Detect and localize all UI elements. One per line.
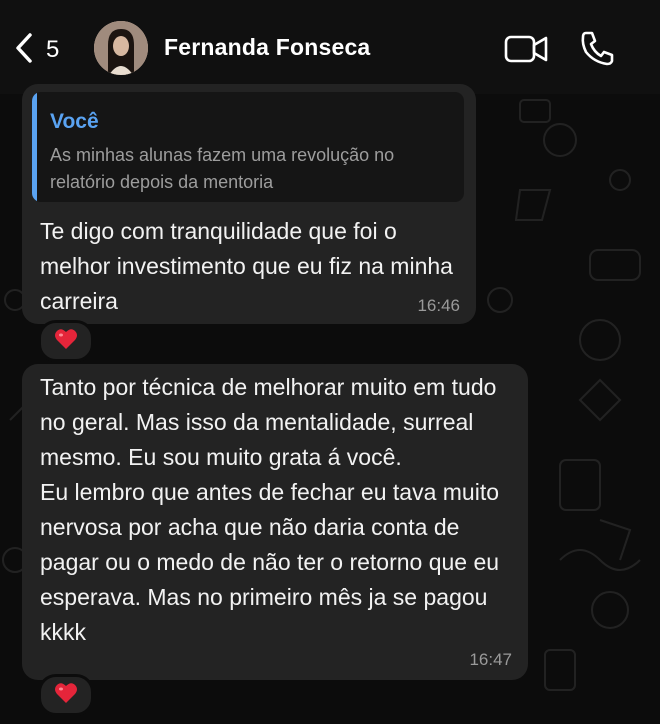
chat-screen: 5 Fernanda Fonseca Você As minhas alunas… (0, 0, 660, 724)
message-text: Te digo com tranquilidade que foi o melh… (40, 218, 453, 314)
voice-call-button[interactable] (580, 30, 614, 66)
unread-count: 5 (46, 36, 60, 63)
quoted-reply[interactable]: Você As minhas alunas fazem uma revoluçã… (32, 92, 464, 202)
message-bubble[interactable]: Tanto por técnica de melhorar muito em t… (22, 364, 528, 680)
chevron-left-icon (14, 32, 34, 69)
video-camera-icon (504, 35, 548, 68)
contact-name[interactable]: Fernanda Fonseca (164, 34, 370, 61)
reaction-badge[interactable] (38, 674, 94, 716)
message-time: 16:46 (417, 296, 460, 315)
red-heart-icon (54, 328, 78, 355)
message-time: 16:47 (469, 650, 512, 669)
reaction-badge[interactable] (38, 320, 94, 362)
quote-author: Você (50, 110, 99, 133)
avatar[interactable] (94, 21, 148, 75)
quote-text: As minhas alunas fazem uma revolução no … (50, 145, 395, 192)
back-button[interactable]: 5 (14, 30, 74, 70)
message-text: Tanto por técnica de melhorar muito em t… (40, 374, 500, 645)
red-heart-icon (54, 682, 78, 709)
quote-accent-bar (32, 92, 37, 202)
chat-header: 5 Fernanda Fonseca (0, 0, 660, 94)
phone-icon (580, 31, 614, 70)
message-bubble[interactable]: Você As minhas alunas fazem uma revoluçã… (22, 84, 476, 324)
video-call-button[interactable] (504, 34, 548, 64)
